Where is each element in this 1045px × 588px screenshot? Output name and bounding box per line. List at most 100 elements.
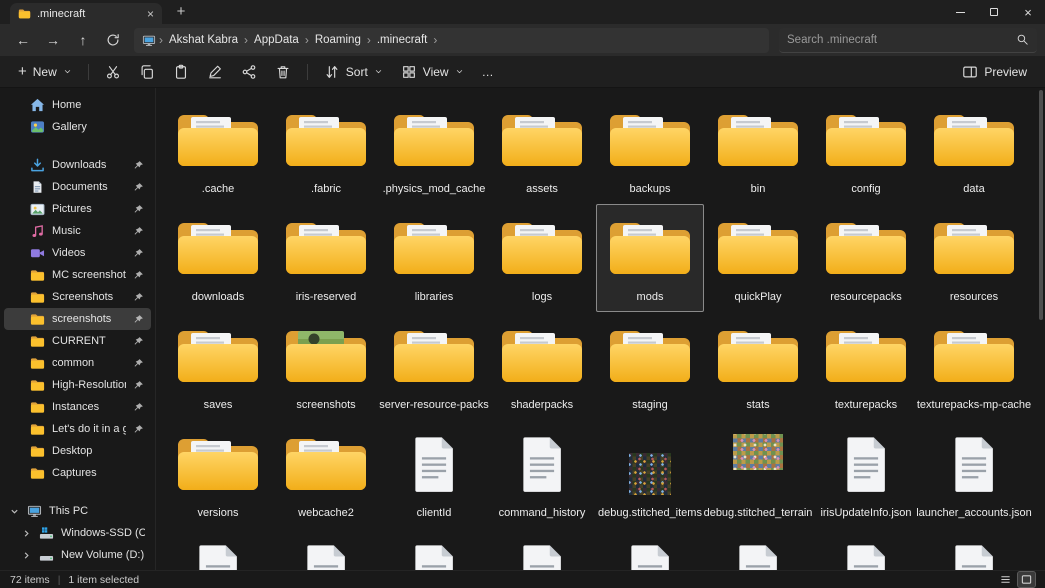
sidebar-item-current[interactable]: CURRENT xyxy=(4,330,151,352)
file-item-32[interactable] xyxy=(164,528,272,570)
file-assets[interactable]: assets xyxy=(488,96,596,204)
breadcrumb-item-appdata[interactable]: AppData xyxy=(249,34,304,46)
file-fabric[interactable]: .fabric xyxy=(272,96,380,204)
file-item-39[interactable] xyxy=(920,528,1028,570)
search-input[interactable] xyxy=(787,33,1016,46)
monitor-icon xyxy=(27,504,42,518)
sidebar-item-high-resolution-music[interactable]: High-Resolution Music xyxy=(4,374,151,396)
breadcrumb[interactable]: › Akshat Kabra › AppData › Roaming › .minecraft… xyxy=(134,27,769,53)
file-physics-mod-cache[interactable]: .physics_mod_cache xyxy=(380,96,488,204)
new-tab-button[interactable]: + xyxy=(170,3,192,20)
file-command-history[interactable]: command_history xyxy=(488,420,596,528)
new-button[interactable]: + New xyxy=(10,59,80,85)
file-mods[interactable]: mods xyxy=(596,204,704,312)
back-button[interactable]: ← xyxy=(8,27,38,53)
sidebar-item-pictures[interactable]: Pictures xyxy=(4,198,151,220)
refresh-button[interactable] xyxy=(98,27,128,53)
close-button[interactable]: × xyxy=(1011,0,1045,24)
file-libraries[interactable]: libraries xyxy=(380,204,488,312)
sidebar-item-screenshots[interactable]: screenshots xyxy=(4,308,151,330)
file-iris-reserved[interactable]: iris-reserved xyxy=(272,204,380,312)
file-clientid[interactable]: clientId xyxy=(380,420,488,528)
sidebar-item-new-volume-d[interactable]: New Volume (D:) xyxy=(4,544,151,566)
file-irisupdateinfo-json[interactable]: irisUpdateInfo.json xyxy=(812,420,920,528)
sidebar-item-downloads[interactable]: Downloads xyxy=(4,154,151,176)
chevron-down-icon[interactable] xyxy=(10,507,20,516)
file-staging[interactable]: staging xyxy=(596,312,704,420)
file-resourcepacks[interactable]: resourcepacks xyxy=(812,204,920,312)
file-shaderpacks[interactable]: shaderpacks xyxy=(488,312,596,420)
more-options-button[interactable]: … xyxy=(474,59,502,85)
thumbnail-view-icon[interactable] xyxy=(1017,571,1036,588)
file-label: .fabric xyxy=(311,183,341,195)
file-debug-stitched-terrain[interactable]: debug.stitched_terrain xyxy=(704,420,812,528)
share-button[interactable] xyxy=(233,59,265,85)
chevron-right-icon[interactable] xyxy=(22,551,32,560)
details-view-icon[interactable] xyxy=(997,572,1014,587)
file-item-35[interactable] xyxy=(488,528,596,570)
file-item-36[interactable] xyxy=(596,528,704,570)
sidebar-item-music[interactable]: Music xyxy=(4,220,151,242)
breadcrumb-item-akshat-kabra[interactable]: Akshat Kabra xyxy=(164,34,243,46)
scrollbar-thumb[interactable] xyxy=(1039,90,1043,320)
sidebar-item-mc-screenshots[interactable]: MC screenshots xyxy=(4,264,151,286)
breadcrumb-item-minecraft[interactable]: .minecraft xyxy=(372,34,433,46)
file-config[interactable]: config xyxy=(812,96,920,204)
paste-button[interactable] xyxy=(165,59,197,85)
sidebar-item-captures[interactable]: Captures xyxy=(4,462,151,484)
up-button[interactable]: ↑ xyxy=(68,27,98,53)
file-screenshots[interactable]: screenshots xyxy=(272,312,380,420)
file-debug-stitched-items[interactable]: debug.stitched_items xyxy=(596,420,704,528)
forward-button[interactable]: → xyxy=(38,27,68,53)
sidebar-item-this-pc[interactable]: This PC xyxy=(4,500,151,522)
rename-button[interactable] xyxy=(199,59,231,85)
file-versions[interactable]: versions xyxy=(164,420,272,528)
file-launcher-accounts-json[interactable]: launcher_accounts.json xyxy=(916,420,1032,528)
file-item-37[interactable] xyxy=(704,528,812,570)
breadcrumb-chevron-icon[interactable]: › xyxy=(432,33,438,47)
file-server-resource-packs[interactable]: server-resource-packs xyxy=(379,312,489,420)
scrollbar[interactable] xyxy=(1039,90,1043,568)
file-quickplay[interactable]: quickPlay xyxy=(704,204,812,312)
file-saves[interactable]: saves xyxy=(164,312,272,420)
breadcrumb-item-roaming[interactable]: Roaming xyxy=(310,34,366,46)
copy-button[interactable] xyxy=(131,59,163,85)
sort-button[interactable]: Sort xyxy=(316,59,391,85)
tab-close-icon[interactable]: × xyxy=(147,8,154,20)
file-data[interactable]: data xyxy=(920,96,1028,204)
sidebar-item-documents[interactable]: Documents xyxy=(4,176,151,198)
sidebar-item-common[interactable]: common xyxy=(4,352,151,374)
file-texturepacks[interactable]: texturepacks xyxy=(812,312,920,420)
file-label: quickPlay xyxy=(734,291,782,303)
file-backups[interactable]: backups xyxy=(596,96,704,204)
sidebar-item-gallery[interactable]: Gallery xyxy=(4,116,151,138)
search-box[interactable] xyxy=(779,27,1037,53)
sidebar-item-instances[interactable]: Instances xyxy=(4,396,151,418)
file-webcache2[interactable]: webcache2 xyxy=(272,420,380,528)
file-stats[interactable]: stats xyxy=(704,312,812,420)
file-item-34[interactable] xyxy=(380,528,488,570)
view-button[interactable]: View xyxy=(393,59,472,85)
search-icon[interactable] xyxy=(1016,33,1029,46)
file-logs[interactable]: logs xyxy=(488,204,596,312)
chevron-right-icon[interactable] xyxy=(22,529,32,538)
sidebar-item-videos[interactable]: Videos xyxy=(4,242,151,264)
sidebar-item-screenshots[interactable]: Screenshots xyxy=(4,286,151,308)
file-item-33[interactable] xyxy=(272,528,380,570)
file-bin[interactable]: bin xyxy=(704,96,812,204)
sidebar-item-home[interactable]: Home xyxy=(4,94,151,116)
file-texturepacks-mp-cache[interactable]: texturepacks-mp-cache xyxy=(917,312,1031,420)
file-downloads[interactable]: downloads xyxy=(164,204,272,312)
cut-button[interactable] xyxy=(97,59,129,85)
minimize-button[interactable] xyxy=(943,0,977,24)
tab-minecraft[interactable]: .minecraft × xyxy=(10,3,162,24)
delete-button[interactable] xyxy=(267,59,299,85)
file-resources[interactable]: resources xyxy=(920,204,1028,312)
sidebar-item-windows-ssd-c[interactable]: Windows-SSD (C:) xyxy=(4,522,151,544)
preview-button[interactable]: Preview xyxy=(954,59,1035,85)
sidebar-item-let-s-do-it-in-a-good-way[interactable]: Let's do it in a good way xyxy=(4,418,151,440)
sidebar-item-desktop[interactable]: Desktop xyxy=(4,440,151,462)
file-cache[interactable]: .cache xyxy=(164,96,272,204)
maximize-button[interactable] xyxy=(977,0,1011,24)
file-item-38[interactable] xyxy=(812,528,920,570)
